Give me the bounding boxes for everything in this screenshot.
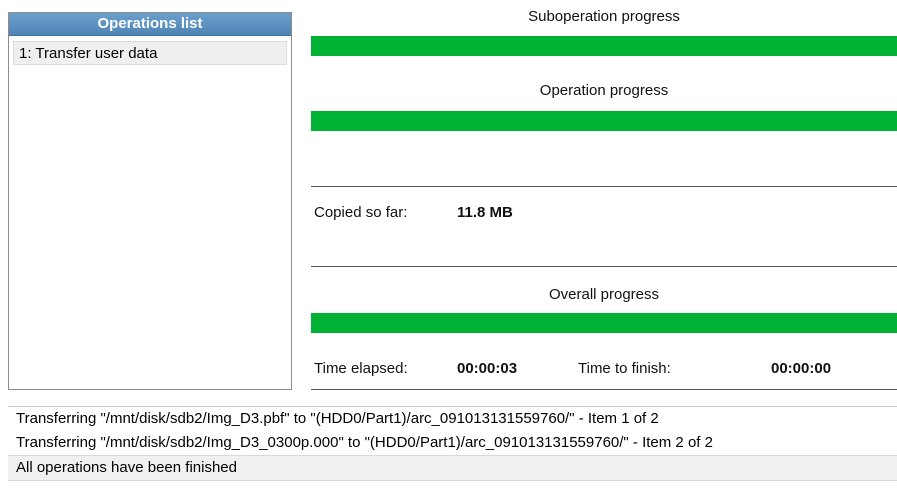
divider: [311, 389, 897, 390]
operation-progress-label: Operation progress: [539, 82, 669, 99]
operation-progress-fill: [311, 111, 897, 131]
operations-list-header: Operations list: [9, 13, 291, 36]
time-elapsed-label: Time elapsed:: [314, 360, 408, 377]
copied-so-far-label: Copied so far:: [314, 204, 408, 221]
copied-so-far-value: 11.8 MB: [457, 204, 513, 221]
log-line[interactable]: Transferring "/mnt/disk/sdb2/Img_D3.pbf"…: [8, 407, 897, 431]
log-line-finished[interactable]: All operations have been finished: [8, 455, 897, 481]
time-to-finish-label: Time to finish:: [578, 360, 671, 377]
suboperation-progress-label: Suboperation progress: [528, 8, 680, 25]
divider: [311, 266, 897, 267]
time-elapsed-value: 00:00:03: [457, 360, 518, 377]
operation-progress-bar: [311, 111, 897, 131]
suboperation-progress-fill: [311, 36, 897, 56]
overall-progress-bar: [311, 313, 897, 333]
divider: [311, 186, 897, 187]
time-to-finish-value: 00:00:00: [771, 360, 832, 377]
overall-progress-fill: [311, 313, 897, 333]
operation-item[interactable]: 1: Transfer user data: [13, 41, 287, 65]
overall-progress-label: Overall progress: [548, 286, 660, 303]
operations-list-panel: Operations list 1: Transfer user data: [8, 12, 292, 390]
log-line[interactable]: Transferring "/mnt/disk/sdb2/Img_D3_0300…: [8, 431, 897, 455]
log-list: Transferring "/mnt/disk/sdb2/Img_D3.pbf"…: [8, 406, 897, 500]
transfer-progress-window: Operations list 1: Transfer user data Su…: [0, 0, 897, 500]
suboperation-progress-bar: [311, 36, 897, 56]
